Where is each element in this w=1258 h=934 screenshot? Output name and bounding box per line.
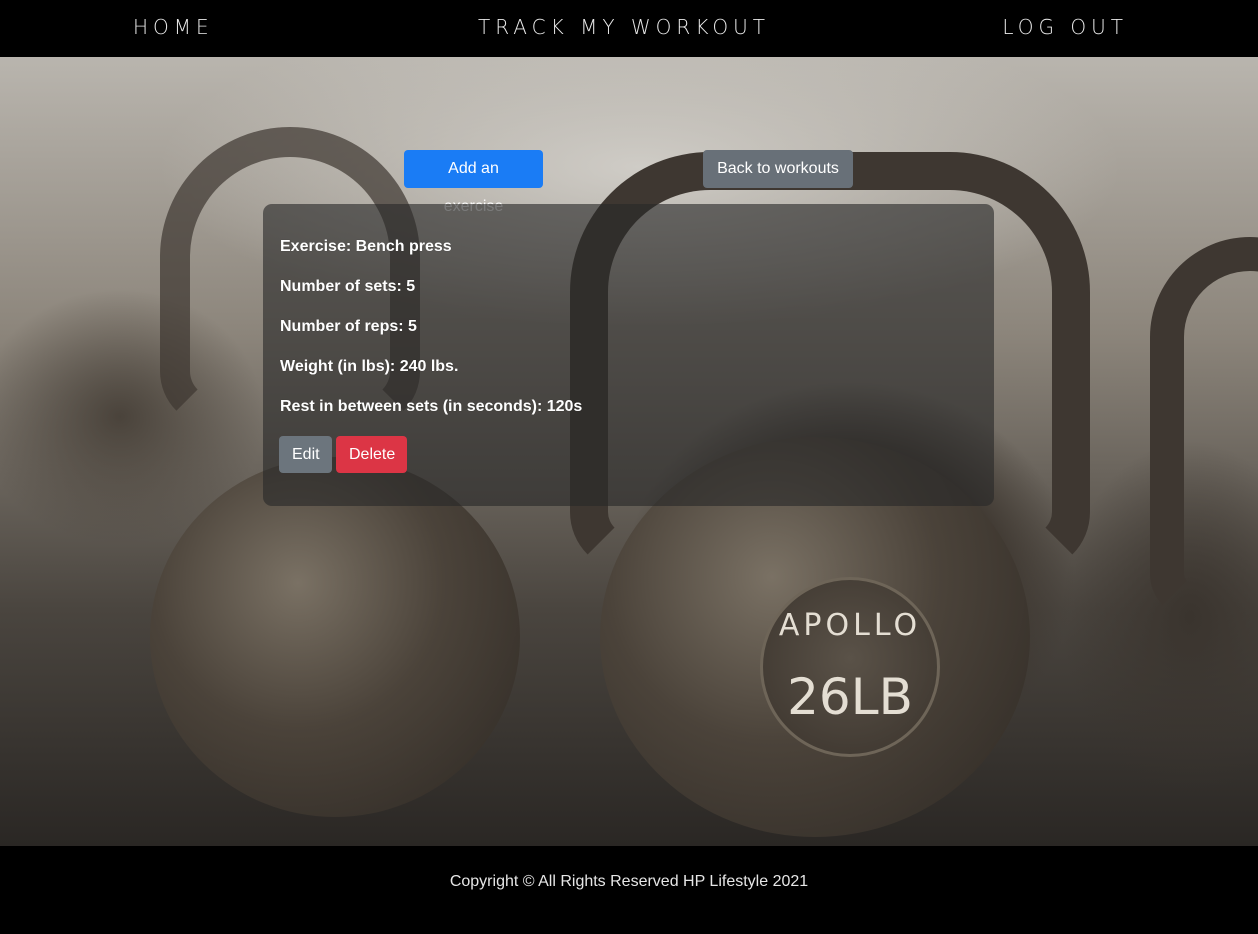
nav-home-link[interactable]: HOME [133, 0, 214, 57]
delete-button[interactable]: Delete [336, 436, 407, 473]
kettlebell-background-image: APOLLO 26LB Add an exercise Back to work… [0, 57, 1258, 846]
add-exercise-button[interactable]: Add an exercise [404, 150, 543, 215]
back-to-workouts-button[interactable]: Back to workouts [703, 150, 853, 188]
exercise-name: Exercise: Bench press [280, 238, 452, 255]
badge-weight-text: 26LB [787, 668, 913, 726]
exercise-weight: Weight (in lbs): 240 lbs. [280, 358, 459, 375]
exercise-rest: Rest in between sets (in seconds): 120s [280, 398, 583, 415]
nav-track-workout-link[interactable]: TRACK MY WORKOUT [478, 0, 770, 57]
exercise-card: Exercise: Bench press Number of sets: 5 … [263, 204, 994, 506]
nav-logout-link[interactable]: LOG OUT [1002, 0, 1128, 57]
badge-brand-text: APOLLO [778, 608, 922, 643]
copyright-text: Copyright © All Rights Reserved HP Lifes… [449, 873, 809, 890]
exercise-reps: Number of reps: 5 [280, 318, 417, 335]
kettlebell-badge: APOLLO 26LB [760, 577, 940, 757]
page-footer: Copyright © All Rights Reserved HP Lifes… [0, 846, 1258, 934]
edit-button[interactable]: Edit [279, 436, 332, 473]
kettlebell-handle-right [1150, 237, 1258, 617]
top-navbar: HOME TRACK MY WORKOUT LOG OUT [0, 0, 1258, 57]
exercise-sets: Number of sets: 5 [280, 278, 416, 295]
kettlebell-body-left [150, 457, 520, 817]
